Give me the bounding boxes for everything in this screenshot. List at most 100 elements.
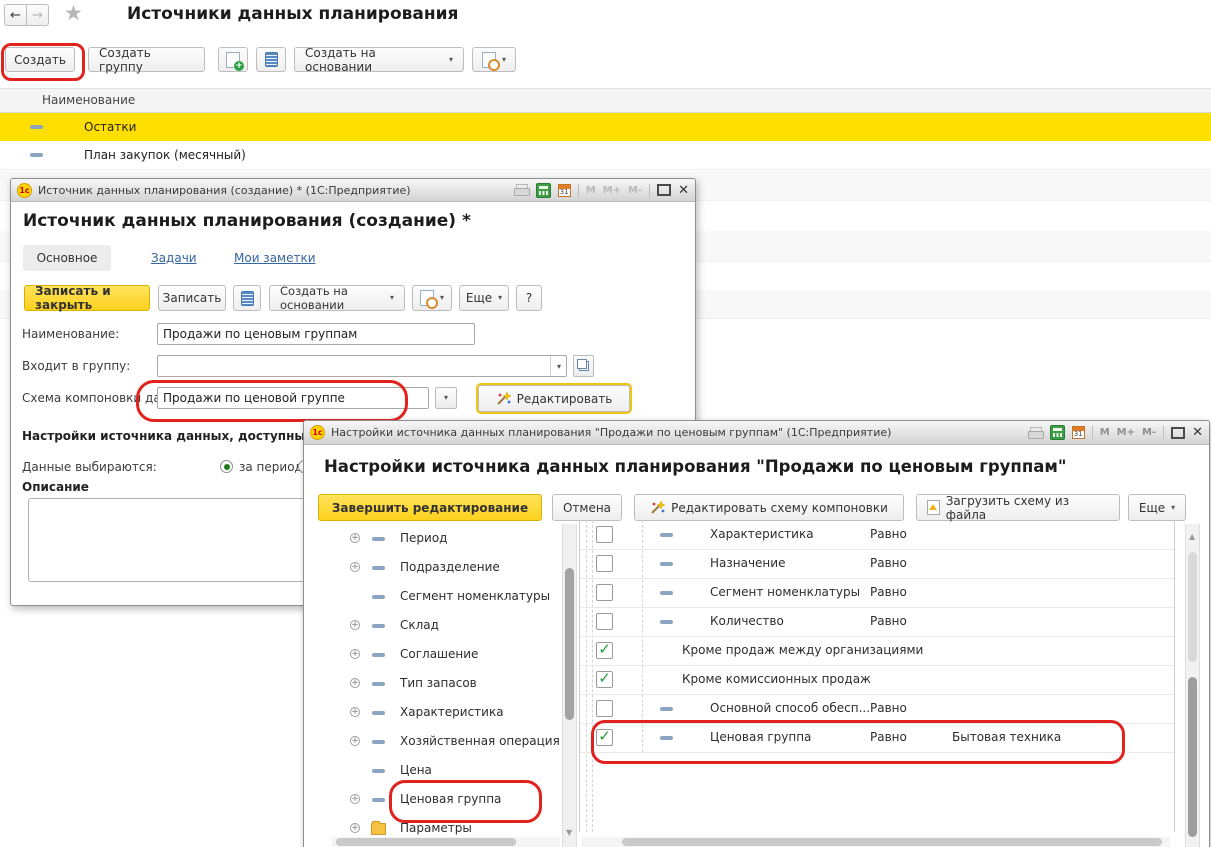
- report-dropdown-button[interactable]: ▾: [412, 285, 452, 311]
- memory-m-button[interactable]: М: [1100, 427, 1110, 438]
- conditions-hscroll-thumb[interactable]: [622, 838, 1162, 846]
- create-based-on-button[interactable]: Создать на основании ▾: [294, 47, 464, 72]
- set-list-button[interactable]: [256, 47, 286, 72]
- tab-main[interactable]: Основное: [23, 245, 111, 271]
- conditions-scroll-thumb[interactable]: [1188, 677, 1197, 837]
- favorite-star-icon[interactable]: ★: [64, 1, 83, 25]
- expand-icon[interactable]: +: [350, 649, 360, 659]
- print-icon[interactable]: [514, 184, 529, 196]
- tree-item[interactable]: +Ценовая группа: [328, 785, 564, 814]
- condition-row[interactable]: НазначениеРавно: [580, 549, 1174, 579]
- calculator-icon[interactable]: [1050, 425, 1065, 440]
- expand-icon[interactable]: +: [350, 678, 360, 688]
- radio-period[interactable]: [220, 460, 233, 473]
- scheme-dropdown-button[interactable]: ▾: [435, 387, 457, 409]
- name-field[interactable]: [157, 323, 475, 345]
- create-copy-button[interactable]: [218, 47, 248, 72]
- expand-icon[interactable]: +: [350, 620, 360, 630]
- maximize-icon[interactable]: [1171, 427, 1185, 439]
- scroll-up-icon[interactable]: ▲: [1189, 532, 1195, 541]
- condition-checkbox[interactable]: [596, 700, 613, 717]
- condition-checkbox[interactable]: [596, 584, 613, 601]
- tree-item[interactable]: Цена: [328, 756, 564, 785]
- close-icon[interactable]: ✕: [678, 183, 689, 198]
- memory-mplus-button[interactable]: М+: [1117, 427, 1135, 438]
- back-button[interactable]: ←: [4, 4, 27, 26]
- more-button[interactable]: Еще ▾: [459, 285, 509, 311]
- tree-item[interactable]: Сегмент номенклатуры: [328, 582, 564, 611]
- forward-button[interactable]: →: [26, 4, 49, 26]
- tree-item[interactable]: +Подразделение: [328, 553, 564, 582]
- group-open-button[interactable]: [573, 355, 594, 377]
- save-and-close-button[interactable]: Записать и закрыть: [24, 285, 150, 311]
- condition-row[interactable]: Сегмент номенклатурыРавно: [580, 578, 1174, 608]
- list-item[interactable]: Остатки: [0, 113, 1211, 141]
- condition-checkbox[interactable]: [596, 613, 613, 630]
- scheme-field[interactable]: [157, 387, 429, 409]
- tree-item[interactable]: +Хозяйственная операция: [328, 727, 564, 756]
- tree-scroll-thumb[interactable]: [565, 568, 574, 720]
- tree-item-label: Параметры: [400, 821, 472, 835]
- condition-checkbox[interactable]: ✓: [596, 671, 613, 688]
- help-button[interactable]: ?: [516, 285, 542, 311]
- conditions-horizontal-scrollbar[interactable]: [582, 837, 1170, 847]
- load-scheme-button[interactable]: Загрузить схему из файла: [916, 494, 1120, 521]
- condition-checkbox[interactable]: ✓: [596, 729, 613, 746]
- list-item[interactable]: План закупок (месячный): [0, 141, 1211, 170]
- save-button[interactable]: Записать: [158, 285, 226, 311]
- create-based-on-button[interactable]: Создать на основании ▾: [269, 285, 405, 311]
- expand-icon[interactable]: +: [350, 794, 360, 804]
- group-dropdown-arrow[interactable]: ▾: [550, 356, 567, 376]
- memory-m-button[interactable]: М: [586, 185, 596, 196]
- tree-item[interactable]: +Склад: [328, 611, 564, 640]
- condition-row[interactable]: Основной способ обесп...Равно: [580, 694, 1174, 724]
- radio-period-label[interactable]: за период: [239, 460, 303, 474]
- tree-item[interactable]: +Характеристика: [328, 698, 564, 727]
- create-group-button[interactable]: Создать группу: [88, 47, 205, 72]
- tree-item[interactable]: +Тип запасов: [328, 669, 564, 698]
- set-list-button[interactable]: [233, 285, 261, 311]
- condition-row[interactable]: ✓Кроме комиссионных продаж: [580, 665, 1174, 695]
- calculator-icon[interactable]: [536, 183, 551, 198]
- expand-icon[interactable]: +: [350, 562, 360, 572]
- condition-row[interactable]: КоличествоРавно: [580, 607, 1174, 637]
- dialog1-titlebar[interactable]: 1с Источник данных планирования (создани…: [11, 179, 695, 202]
- tree-item[interactable]: +Период: [328, 524, 564, 553]
- condition-row[interactable]: ✓Ценовая группаРавноБытовая техника: [580, 723, 1174, 753]
- memory-mminus-button[interactable]: М-: [1142, 427, 1156, 438]
- conditions-vertical-scrollbar[interactable]: ▲: [1185, 524, 1200, 847]
- tree-horizontal-scrollbar[interactable]: [332, 837, 560, 847]
- dialog2-titlebar[interactable]: 1с Настройки источника данных планирован…: [304, 421, 1209, 445]
- tree-item[interactable]: +Соглашение: [328, 640, 564, 669]
- calendar-icon[interactable]: 31: [1072, 426, 1085, 439]
- condition-checkbox[interactable]: [596, 555, 613, 572]
- close-icon[interactable]: ✕: [1192, 425, 1203, 440]
- memory-mplus-button[interactable]: М+: [603, 185, 621, 196]
- report-dropdown-button[interactable]: ▾: [472, 47, 516, 72]
- tree-hscroll-thumb[interactable]: [336, 838, 516, 846]
- edit-scheme-button[interactable]: Редактировать: [478, 385, 630, 412]
- scroll-down-icon[interactable]: ▼: [566, 828, 572, 837]
- cancel-button[interactable]: Отмена: [552, 494, 622, 521]
- tab-tasks[interactable]: Задачи: [151, 251, 197, 265]
- condition-checkbox[interactable]: ✓: [596, 642, 613, 659]
- tab-notes[interactable]: Мои заметки: [234, 251, 316, 265]
- calendar-icon[interactable]: 31: [558, 184, 571, 197]
- condition-row[interactable]: ✓Кроме продаж между организациями: [580, 636, 1174, 666]
- tree-vertical-scrollbar[interactable]: ▼: [562, 524, 577, 847]
- create-button[interactable]: Создать: [5, 47, 75, 72]
- finish-editing-button[interactable]: Завершить редактирование: [318, 494, 542, 521]
- maximize-icon[interactable]: [657, 184, 671, 196]
- expand-icon[interactable]: +: [350, 707, 360, 717]
- group-field[interactable]: [157, 355, 567, 377]
- memory-mminus-button[interactable]: М-: [628, 185, 642, 196]
- more-button[interactable]: Еще ▾: [1128, 494, 1186, 521]
- edit-composition-scheme-button[interactable]: Редактировать схему компоновки: [634, 494, 904, 521]
- condition-row[interactable]: ХарактеристикаРавно: [580, 520, 1174, 550]
- expand-icon[interactable]: +: [350, 533, 360, 543]
- list-header[interactable]: Наименование: [0, 88, 1211, 113]
- print-icon[interactable]: [1028, 427, 1043, 439]
- expand-icon[interactable]: +: [350, 736, 360, 746]
- expand-icon[interactable]: +: [350, 823, 360, 833]
- condition-checkbox[interactable]: [596, 526, 613, 543]
